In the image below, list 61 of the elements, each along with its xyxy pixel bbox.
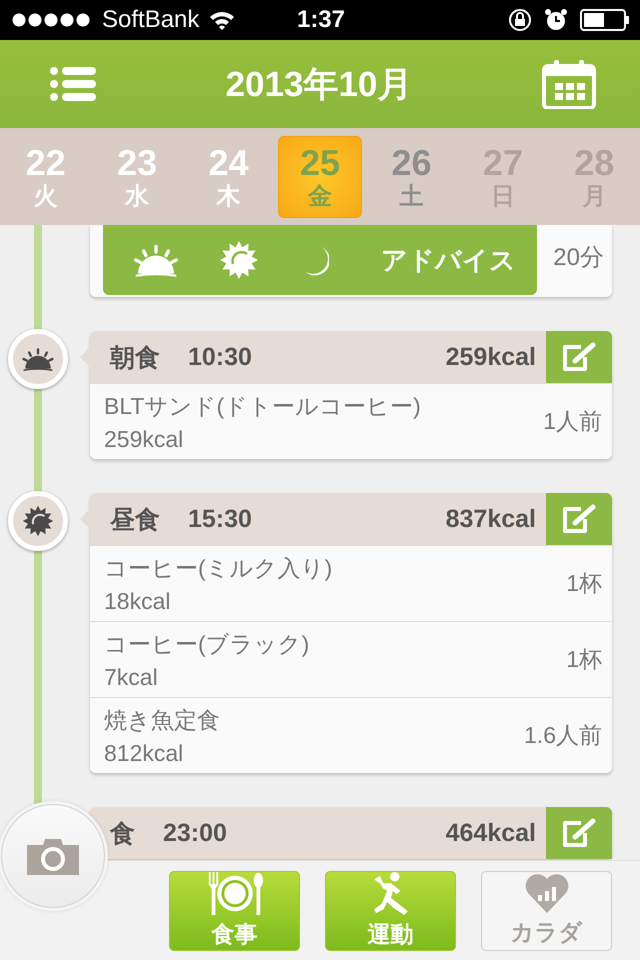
food-calories: 812kcal: [104, 740, 184, 766]
signal-icon: [12, 13, 92, 27]
menu-icon: [50, 67, 96, 101]
meal-time: 23:00: [163, 818, 227, 848]
day-button[interactable]: 23 水: [95, 136, 179, 218]
food-name: BLTサンド(ドトールコーヒー): [104, 392, 422, 421]
day-button[interactable]: 26 土: [370, 136, 454, 218]
sunrise-icon: [22, 346, 54, 372]
edit-icon: [561, 503, 597, 535]
food-calories: 7kcal: [104, 664, 159, 690]
portion-text: 1.6人前: [524, 721, 602, 750]
portion-text: 1杯: [566, 569, 602, 598]
edit-icon: [561, 817, 597, 849]
food-name: コーヒー(ブラック): [104, 630, 310, 659]
carrier-name: SoftBank: [102, 6, 200, 34]
sun-icon: [22, 505, 54, 537]
wifi-icon: [209, 10, 236, 30]
food-row[interactable]: コーヒー(ブラック) 7kcal 1杯: [90, 621, 612, 697]
camera-icon: [25, 837, 81, 875]
portion-text: 1人前: [543, 407, 602, 436]
calendar-icon: [542, 59, 596, 109]
heart-chart-icon: [524, 873, 570, 913]
day-button[interactable]: 24 木: [186, 136, 270, 218]
advice-bar[interactable]: アドバイス: [103, 225, 537, 295]
food-row[interactable]: BLTサンド(ドトールコーヒー) 259kcal 1人前: [90, 383, 612, 459]
meal-calories: 837kcal: [446, 504, 536, 534]
meal-title: 食: [110, 818, 135, 850]
edit-button[interactable]: [546, 807, 612, 859]
edit-button[interactable]: [546, 331, 612, 383]
alarm-icon: [544, 8, 568, 32]
tab-button[interactable]: 運動: [325, 870, 456, 950]
rotation-lock-icon: [508, 8, 532, 32]
food-row[interactable]: コーヒー(ミルク入り) 18kcal 1杯: [90, 545, 612, 621]
edit-icon: [561, 341, 597, 373]
month-title: 2013年10月: [226, 64, 412, 106]
tab-button[interactable]: カラダ: [481, 870, 612, 950]
sun-icon: [219, 240, 259, 280]
edit-button[interactable]: [546, 493, 612, 545]
day-button[interactable]: 22 火: [4, 136, 88, 218]
meal-calories: 464kcal: [446, 818, 536, 848]
portion-text: 1杯: [566, 645, 602, 674]
advice-label: アドバイス: [381, 244, 516, 276]
meal-calories: 259kcal: [446, 342, 536, 372]
calendar-button[interactable]: [542, 59, 596, 109]
selected-day[interactable]: 25 金: [278, 136, 362, 218]
food-name: 焼き魚定食: [104, 706, 221, 734]
food-calories: 18kcal: [104, 588, 172, 614]
sunrise-icon: [133, 242, 179, 278]
food-name: コーヒー(ミルク入り): [104, 554, 334, 583]
camera-button[interactable]: [1, 804, 105, 908]
food-row[interactable]: 焼き魚定食 812kcal 1.6人前: [90, 697, 612, 773]
meal-title: 昼食: [110, 504, 160, 536]
meal-time: 15:30: [188, 504, 252, 534]
food-calories: 259kcal: [104, 426, 184, 452]
tab-button[interactable]: 食事: [169, 870, 300, 950]
battery-icon: [580, 9, 630, 31]
meal-time: 10:30: [188, 342, 252, 372]
menu-button[interactable]: [50, 67, 96, 101]
meal-title: 朝食: [110, 342, 160, 374]
duration-text: 20分: [552, 243, 604, 273]
clock-time: 1:37: [296, 6, 346, 34]
